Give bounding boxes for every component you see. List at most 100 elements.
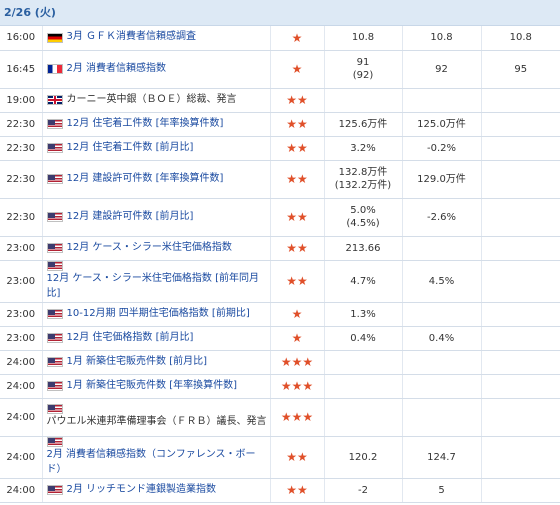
forecast-value — [401, 374, 481, 399]
event-name-link[interactable]: 12月 住宅着工件数 [前月比] — [67, 142, 194, 153]
previous-value — [323, 374, 402, 399]
actual-value — [480, 374, 560, 399]
event-time: 22:30 — [0, 198, 42, 237]
previous-value-text: 213.66 — [345, 242, 381, 254]
forecast-value: 92 — [401, 50, 481, 89]
event-time: 24:00 — [0, 350, 42, 375]
importance-star-icon: ★★ — [269, 136, 324, 161]
event-name-link[interactable]: 2月 消費者信頼感指数（コンファレンス・ボード） — [47, 449, 256, 475]
previous-value: 132.8万件 (132.2万件) — [323, 160, 402, 199]
event-time: 24:00 — [0, 398, 42, 437]
event-name-link[interactable]: 12月 ケース・シラー米住宅価格指数 — [67, 242, 232, 253]
date-header: 2/26 (火) — [0, 0, 560, 26]
flag-us-icon — [46, 357, 63, 367]
event-row: 24:00 1月 新築住宅販売件数 [年率換算件数] ★★★ — [0, 374, 560, 399]
event-time: 23:00 — [0, 302, 42, 327]
flag-us-icon — [46, 174, 63, 184]
previous-value-text: 10.8 — [351, 32, 375, 44]
previous-value-text: 1.3% — [350, 308, 376, 320]
previous-value: 1.3% — [323, 302, 402, 327]
event-name-link[interactable]: 1月 新築住宅販売件数 [年率換算件数] — [67, 380, 238, 391]
event-row: 23:00 12月 ケース・シラー米住宅価格指数 ★★ 213.66 — [0, 236, 560, 261]
importance-star-icon: ★★★ — [269, 398, 324, 437]
previous-revised-value: (4.5%) — [346, 218, 380, 229]
forecast-value — [401, 88, 481, 113]
event-row: 23:00 12月 ケース・シラー米住宅価格指数 [前年同月比] ★★ 4.7% 4.5… — [0, 260, 560, 303]
event-cell: 2月 消費者信頼感指数 — [41, 50, 270, 89]
event-cell: 12月 住宅着工件数 [年率換算件数] — [41, 112, 270, 137]
event-cell: 12月 住宅価格指数 [前月比] — [41, 326, 270, 351]
event-name-link[interactable]: 12月 住宅着工件数 [年率換算件数] — [67, 118, 224, 129]
event-row: 19:00 カーニー英中銀（ＢＯＥ）総裁、発言 ★★ — [0, 88, 560, 113]
importance-star-icon: ★★ — [269, 198, 324, 237]
flag-us-icon — [46, 333, 63, 343]
previous-value-text: 125.6万件 — [338, 118, 388, 130]
event-row: 24:00 2月 リッチモンド連銀製造業指数 ★★ -2 5 — [0, 478, 560, 503]
event-name-link[interactable]: 12月 ケース・シラー米住宅価格指数 [前年同月比] — [47, 273, 259, 299]
previous-value: 10.8 — [323, 26, 402, 51]
event-cell: 12月 住宅着工件数 [前月比] — [41, 136, 270, 161]
event-row: 22:30 12月 住宅着工件数 [年率換算件数] ★★ 125.6万件 125.0万件 — [0, 112, 560, 137]
forecast-value: -2.6% — [401, 198, 481, 237]
previous-value-text: 132.8万件 — [338, 167, 388, 178]
event-time: 16:00 — [0, 26, 42, 51]
importance-star-icon: ★ — [269, 302, 324, 327]
previous-value: 91 (92) — [323, 50, 402, 89]
event-name-link[interactable]: 1月 新築住宅販売件数 [前月比] — [67, 356, 208, 367]
event-row: 23:00 12月 住宅価格指数 [前月比] ★ 0.4% 0.4% — [0, 326, 560, 351]
event-name-link: カーニー英中銀（ＢＯＥ）総裁、発言 — [66, 93, 237, 105]
actual-value: 10.8 — [480, 26, 560, 51]
forecast-value: 0.4% — [401, 326, 481, 351]
event-name-link[interactable]: 12月 建設許可件数 [年率換算件数] — [67, 173, 224, 184]
event-row: 22:30 12月 建設許可件数 [前月比] ★★ 5.0% (4.5%) -2.6% — [0, 198, 560, 237]
event-time: 16:45 — [0, 50, 42, 89]
previous-value — [323, 350, 402, 375]
event-time: 23:00 — [0, 236, 42, 261]
flag-de-icon — [46, 32, 63, 43]
event-name-link[interactable]: 12月 建設許可件数 [前月比] — [67, 211, 194, 222]
event-row: 24:00 1月 新築住宅販売件数 [前月比] ★★★ — [0, 350, 560, 375]
forecast-value: 10.8 — [401, 26, 481, 51]
flag-us-icon — [46, 309, 63, 319]
event-name-link[interactable]: 12月 住宅価格指数 [前月比] — [67, 332, 194, 343]
event-row: 23:00 10-12月期 四半期住宅価格指数 [前期比] ★ 1.3% — [0, 302, 560, 327]
event-row: 24:00 パウエル米連邦準備理事会（ＦＲＢ）議長、発言 ★★★ — [0, 398, 560, 437]
actual-value — [480, 398, 560, 437]
actual-value — [480, 260, 560, 303]
event-name-link[interactable]: 3月 ＧＦＫ消費者信頼感調査 — [67, 31, 197, 42]
previous-value-text: 3.2% — [350, 142, 376, 154]
actual-value — [480, 136, 560, 161]
forecast-value: 129.0万件 — [401, 160, 481, 199]
previous-value: 120.2 — [323, 436, 402, 479]
flag-us-icon — [46, 243, 63, 253]
forecast-value: 125.0万件 — [401, 112, 481, 137]
previous-value-text: 0.4% — [350, 332, 376, 344]
importance-star-icon: ★★ — [269, 436, 324, 479]
event-row: 16:00 3月 ＧＦＫ消費者信頼感調査 ★ 10.8 10.8 10.8 — [0, 26, 560, 51]
forecast-value: -0.2% — [401, 136, 481, 161]
previous-revised-value: (92) — [352, 70, 374, 81]
event-time: 19:00 — [0, 88, 42, 113]
event-name-link[interactable]: 2月 リッチモンド連銀製造業指数 — [67, 484, 217, 495]
event-cell: パウエル米連邦準備理事会（ＦＲＢ）議長、発言 — [41, 398, 270, 437]
importance-star-icon: ★★ — [269, 236, 324, 261]
event-cell: 2月 消費者信頼感指数（コンファレンス・ボード） — [41, 436, 270, 479]
event-time: 22:30 — [0, 112, 42, 137]
previous-value: 0.4% — [323, 326, 402, 351]
forecast-value — [401, 350, 481, 375]
actual-value — [480, 88, 560, 113]
flag-us-icon — [46, 404, 63, 414]
previous-value-text: 5.0% — [350, 205, 376, 216]
event-name-link[interactable]: 10-12月期 四半期住宅価格指数 [前期比] — [67, 308, 250, 319]
event-cell: 2月 リッチモンド連銀製造業指数 — [41, 478, 270, 503]
flag-us-icon — [46, 485, 63, 495]
event-time: 23:00 — [0, 260, 42, 303]
flag-us-icon — [46, 119, 63, 129]
importance-star-icon: ★ — [269, 26, 324, 51]
event-name-link[interactable]: 2月 消費者信頼感指数 — [67, 63, 167, 74]
flag-us-icon — [46, 436, 63, 447]
importance-star-icon: ★★ — [269, 160, 324, 199]
event-cell: 12月 建設許可件数 [年率換算件数] — [41, 160, 270, 199]
previous-revised-value: (132.2万件) — [334, 180, 392, 191]
forecast-value — [401, 302, 481, 327]
